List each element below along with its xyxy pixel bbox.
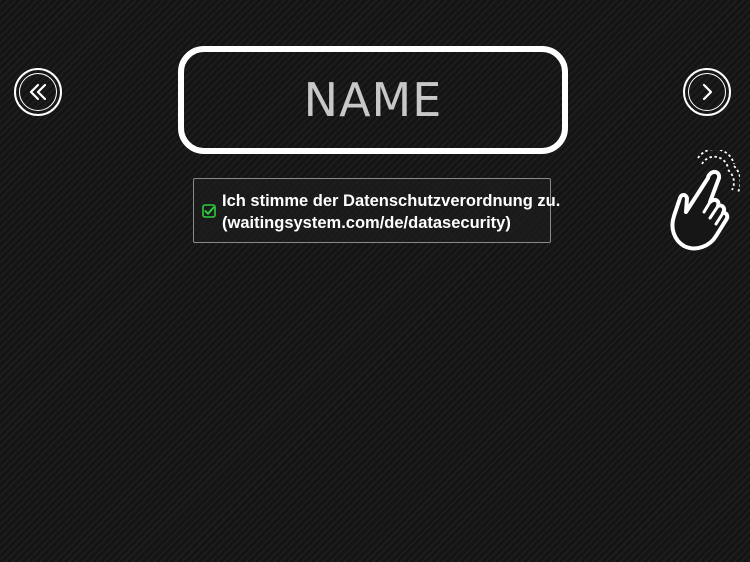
consent-label: Ich stimme der Datenschutzverordnung zu.… <box>222 190 560 234</box>
next-button[interactable] <box>683 68 731 116</box>
chevron-right-icon <box>702 83 713 101</box>
consent-label-line1: Ich stimme der Datenschutzverordnung zu. <box>222 192 561 210</box>
back-button[interactable] <box>14 68 62 116</box>
privacy-consent-checkbox[interactable]: Ich stimme der Datenschutzverordnung zu.… <box>193 178 560 243</box>
consent-label-link: (waitingsystem.com/de/datasecurity) <box>222 214 511 232</box>
name-input[interactable]: NAME <box>178 46 568 154</box>
tap-hand-icon <box>670 150 740 251</box>
name-input-text: NAME <box>303 73 443 127</box>
checkbox-checked-icon <box>202 204 216 218</box>
double-chevron-left-icon <box>29 83 47 101</box>
